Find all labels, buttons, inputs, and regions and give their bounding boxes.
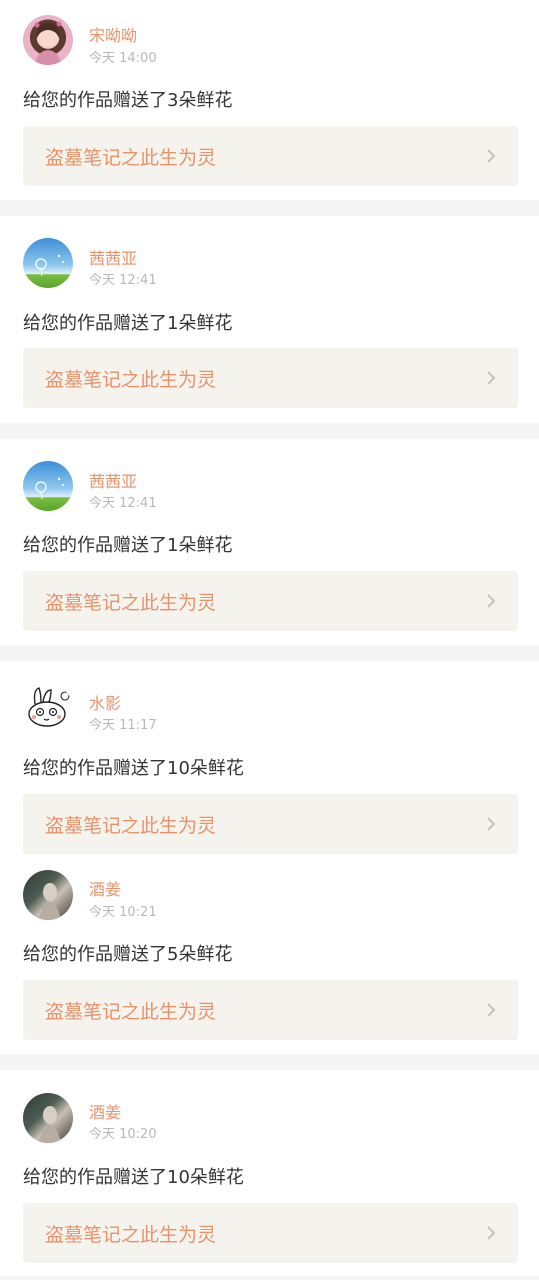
- work-title: 盗墓笔记之此生为灵: [45, 1001, 217, 1023]
- gift-message: 给您的作品赠送了10朵鲜花: [23, 1167, 244, 1188]
- section-separator: [0, 1276, 539, 1280]
- timestamp: 今天 10:20: [89, 1127, 157, 1142]
- work-title: 盗墓笔记之此生为灵: [45, 147, 217, 169]
- username[interactable]: 宋呦呦: [89, 22, 137, 46]
- username[interactable]: 水影: [89, 690, 121, 714]
- timestamp: 今天 11:17: [89, 718, 157, 733]
- work-title: 盗墓笔记之此生为灵: [45, 369, 217, 391]
- work-link-card[interactable]: 盗墓笔记之此生为灵: [23, 126, 518, 186]
- photo-avatar-icon: [39, 1106, 61, 1143]
- gift-message: 给您的作品赠送了5朵鲜花: [23, 944, 233, 965]
- timestamp: 今天 14:00: [89, 51, 157, 66]
- rabbit-sketch-icon: [28, 687, 70, 727]
- avatar[interactable]: [23, 684, 73, 734]
- work-link-card[interactable]: 盗墓笔记之此生为灵: [23, 348, 518, 408]
- chevron-right-icon: [487, 594, 496, 608]
- work-title: 盗墓笔记之此生为灵: [45, 815, 217, 837]
- username[interactable]: 茜茜亚: [89, 468, 137, 492]
- username[interactable]: 茜茜亚: [89, 245, 137, 269]
- section-separator: [0, 645, 539, 661]
- avatar[interactable]: [23, 238, 73, 288]
- username[interactable]: 酒姜: [89, 1099, 121, 1123]
- girl-portrait-icon: [34, 21, 62, 65]
- avatar[interactable]: [23, 461, 73, 511]
- work-link-card[interactable]: 盗墓笔记之此生为灵: [23, 980, 518, 1040]
- chevron-right-icon: [487, 1226, 496, 1240]
- section-separator: [0, 200, 539, 216]
- dandelion-sky-icon: [35, 477, 64, 500]
- avatar[interactable]: [23, 15, 73, 65]
- work-link-card[interactable]: 盗墓笔记之此生为灵: [23, 1203, 518, 1263]
- timestamp: 今天 12:41: [89, 273, 157, 288]
- timestamp: 今天 10:21: [89, 905, 157, 920]
- gift-message: 给您的作品赠送了1朵鲜花: [23, 535, 233, 556]
- section-separator: [0, 423, 539, 439]
- chevron-right-icon: [487, 1003, 496, 1017]
- work-title: 盗墓笔记之此生为灵: [45, 1224, 217, 1246]
- chevron-right-icon: [487, 371, 496, 385]
- chevron-right-icon: [487, 149, 496, 163]
- gift-message: 给您的作品赠送了10朵鲜花: [23, 758, 244, 779]
- avatar[interactable]: [23, 870, 73, 920]
- gift-message: 给您的作品赠送了3朵鲜花: [23, 90, 233, 111]
- dandelion-sky-icon: [35, 254, 64, 277]
- section-separator: [0, 1054, 539, 1070]
- gift-message: 给您的作品赠送了1朵鲜花: [23, 313, 233, 334]
- timestamp: 今天 12:41: [89, 496, 157, 511]
- work-link-card[interactable]: 盗墓笔记之此生为灵: [23, 794, 518, 854]
- username[interactable]: 酒姜: [89, 876, 121, 900]
- avatar[interactable]: [23, 1093, 73, 1143]
- photo-avatar-icon: [39, 883, 61, 920]
- work-title: 盗墓笔记之此生为灵: [45, 592, 217, 614]
- work-link-card[interactable]: 盗墓笔记之此生为灵: [23, 571, 518, 631]
- chevron-right-icon: [487, 817, 496, 831]
